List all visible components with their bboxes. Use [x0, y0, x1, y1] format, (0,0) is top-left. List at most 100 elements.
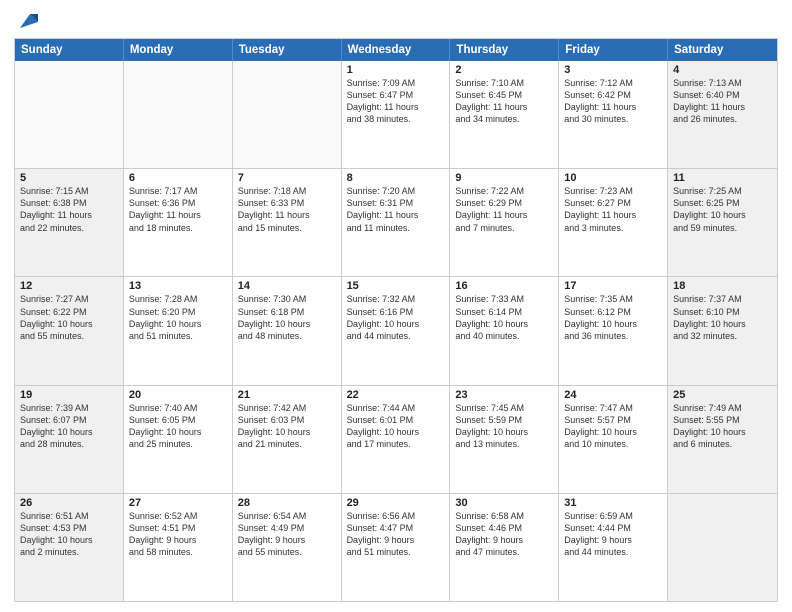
day-cell-3: 3Sunrise: 7:12 AM Sunset: 6:42 PM Daylig…	[559, 61, 668, 168]
day-cell-7: 7Sunrise: 7:18 AM Sunset: 6:33 PM Daylig…	[233, 169, 342, 276]
day-cell-17: 17Sunrise: 7:35 AM Sunset: 6:12 PM Dayli…	[559, 277, 668, 384]
day-cell-19: 19Sunrise: 7:39 AM Sunset: 6:07 PM Dayli…	[15, 386, 124, 493]
cell-text: Sunrise: 7:33 AM Sunset: 6:14 PM Dayligh…	[455, 293, 553, 342]
day-number: 14	[238, 280, 336, 292]
day-number: 12	[20, 280, 118, 292]
day-cell-26: 26Sunrise: 6:51 AM Sunset: 4:53 PM Dayli…	[15, 494, 124, 601]
day-cell-31: 31Sunrise: 6:59 AM Sunset: 4:44 PM Dayli…	[559, 494, 668, 601]
cell-text: Sunrise: 7:22 AM Sunset: 6:29 PM Dayligh…	[455, 185, 553, 234]
logo-icon	[16, 10, 38, 32]
page: SundayMondayTuesdayWednesdayThursdayFrid…	[0, 0, 792, 612]
day-cell-4: 4Sunrise: 7:13 AM Sunset: 6:40 PM Daylig…	[668, 61, 777, 168]
day-cell-14: 14Sunrise: 7:30 AM Sunset: 6:18 PM Dayli…	[233, 277, 342, 384]
day-number: 28	[238, 497, 336, 509]
cell-text: Sunrise: 7:40 AM Sunset: 6:05 PM Dayligh…	[129, 402, 227, 451]
cell-text: Sunrise: 7:17 AM Sunset: 6:36 PM Dayligh…	[129, 185, 227, 234]
day-number: 17	[564, 280, 662, 292]
day-cell-27: 27Sunrise: 6:52 AM Sunset: 4:51 PM Dayli…	[124, 494, 233, 601]
day-number: 11	[673, 172, 772, 184]
calendar-row-4: 26Sunrise: 6:51 AM Sunset: 4:53 PM Dayli…	[15, 493, 777, 601]
day-number: 3	[564, 64, 662, 76]
cell-text: Sunrise: 7:28 AM Sunset: 6:20 PM Dayligh…	[129, 293, 227, 342]
day-number: 25	[673, 389, 772, 401]
empty-cell-4-6	[668, 494, 777, 601]
day-number: 7	[238, 172, 336, 184]
cell-text: Sunrise: 7:25 AM Sunset: 6:25 PM Dayligh…	[673, 185, 772, 234]
day-number: 6	[129, 172, 227, 184]
day-number: 18	[673, 280, 772, 292]
day-number: 8	[347, 172, 445, 184]
day-number: 9	[455, 172, 553, 184]
calendar-row-1: 5Sunrise: 7:15 AM Sunset: 6:38 PM Daylig…	[15, 168, 777, 276]
day-cell-8: 8Sunrise: 7:20 AM Sunset: 6:31 PM Daylig…	[342, 169, 451, 276]
cell-text: Sunrise: 7:49 AM Sunset: 5:55 PM Dayligh…	[673, 402, 772, 451]
day-cell-29: 29Sunrise: 6:56 AM Sunset: 4:47 PM Dayli…	[342, 494, 451, 601]
cell-text: Sunrise: 7:30 AM Sunset: 6:18 PM Dayligh…	[238, 293, 336, 342]
calendar-row-2: 12Sunrise: 7:27 AM Sunset: 6:22 PM Dayli…	[15, 276, 777, 384]
header-day-sunday: Sunday	[15, 39, 124, 61]
logo	[14, 14, 38, 32]
header-day-friday: Friday	[559, 39, 668, 61]
day-cell-2: 2Sunrise: 7:10 AM Sunset: 6:45 PM Daylig…	[450, 61, 559, 168]
day-number: 22	[347, 389, 445, 401]
day-cell-28: 28Sunrise: 6:54 AM Sunset: 4:49 PM Dayli…	[233, 494, 342, 601]
cell-text: Sunrise: 6:52 AM Sunset: 4:51 PM Dayligh…	[129, 510, 227, 559]
cell-text: Sunrise: 7:45 AM Sunset: 5:59 PM Dayligh…	[455, 402, 553, 451]
day-number: 27	[129, 497, 227, 509]
cell-text: Sunrise: 7:23 AM Sunset: 6:27 PM Dayligh…	[564, 185, 662, 234]
day-number: 30	[455, 497, 553, 509]
cell-text: Sunrise: 6:51 AM Sunset: 4:53 PM Dayligh…	[20, 510, 118, 559]
day-number: 10	[564, 172, 662, 184]
calendar: SundayMondayTuesdayWednesdayThursdayFrid…	[14, 38, 778, 602]
cell-text: Sunrise: 7:20 AM Sunset: 6:31 PM Dayligh…	[347, 185, 445, 234]
calendar-row-0: 1Sunrise: 7:09 AM Sunset: 6:47 PM Daylig…	[15, 61, 777, 168]
calendar-body: 1Sunrise: 7:09 AM Sunset: 6:47 PM Daylig…	[15, 61, 777, 601]
day-cell-30: 30Sunrise: 6:58 AM Sunset: 4:46 PM Dayli…	[450, 494, 559, 601]
day-cell-6: 6Sunrise: 7:17 AM Sunset: 6:36 PM Daylig…	[124, 169, 233, 276]
day-number: 21	[238, 389, 336, 401]
header	[14, 10, 778, 32]
cell-text: Sunrise: 6:56 AM Sunset: 4:47 PM Dayligh…	[347, 510, 445, 559]
cell-text: Sunrise: 7:32 AM Sunset: 6:16 PM Dayligh…	[347, 293, 445, 342]
calendar-header: SundayMondayTuesdayWednesdayThursdayFrid…	[15, 39, 777, 61]
day-number: 1	[347, 64, 445, 76]
day-cell-13: 13Sunrise: 7:28 AM Sunset: 6:20 PM Dayli…	[124, 277, 233, 384]
empty-cell-0-0	[15, 61, 124, 168]
header-day-monday: Monday	[124, 39, 233, 61]
cell-text: Sunrise: 7:35 AM Sunset: 6:12 PM Dayligh…	[564, 293, 662, 342]
day-cell-23: 23Sunrise: 7:45 AM Sunset: 5:59 PM Dayli…	[450, 386, 559, 493]
day-cell-1: 1Sunrise: 7:09 AM Sunset: 6:47 PM Daylig…	[342, 61, 451, 168]
cell-text: Sunrise: 7:37 AM Sunset: 6:10 PM Dayligh…	[673, 293, 772, 342]
day-number: 2	[455, 64, 553, 76]
day-cell-24: 24Sunrise: 7:47 AM Sunset: 5:57 PM Dayli…	[559, 386, 668, 493]
calendar-row-3: 19Sunrise: 7:39 AM Sunset: 6:07 PM Dayli…	[15, 385, 777, 493]
day-number: 19	[20, 389, 118, 401]
day-cell-11: 11Sunrise: 7:25 AM Sunset: 6:25 PM Dayli…	[668, 169, 777, 276]
day-number: 16	[455, 280, 553, 292]
cell-text: Sunrise: 7:12 AM Sunset: 6:42 PM Dayligh…	[564, 77, 662, 126]
day-number: 13	[129, 280, 227, 292]
cell-text: Sunrise: 7:13 AM Sunset: 6:40 PM Dayligh…	[673, 77, 772, 126]
cell-text: Sunrise: 7:15 AM Sunset: 6:38 PM Dayligh…	[20, 185, 118, 234]
cell-text: Sunrise: 7:10 AM Sunset: 6:45 PM Dayligh…	[455, 77, 553, 126]
day-number: 5	[20, 172, 118, 184]
cell-text: Sunrise: 7:39 AM Sunset: 6:07 PM Dayligh…	[20, 402, 118, 451]
cell-text: Sunrise: 7:09 AM Sunset: 6:47 PM Dayligh…	[347, 77, 445, 126]
day-cell-9: 9Sunrise: 7:22 AM Sunset: 6:29 PM Daylig…	[450, 169, 559, 276]
cell-text: Sunrise: 7:18 AM Sunset: 6:33 PM Dayligh…	[238, 185, 336, 234]
day-number: 15	[347, 280, 445, 292]
cell-text: Sunrise: 6:58 AM Sunset: 4:46 PM Dayligh…	[455, 510, 553, 559]
day-number: 23	[455, 389, 553, 401]
header-day-tuesday: Tuesday	[233, 39, 342, 61]
day-cell-5: 5Sunrise: 7:15 AM Sunset: 6:38 PM Daylig…	[15, 169, 124, 276]
day-cell-15: 15Sunrise: 7:32 AM Sunset: 6:16 PM Dayli…	[342, 277, 451, 384]
day-cell-22: 22Sunrise: 7:44 AM Sunset: 6:01 PM Dayli…	[342, 386, 451, 493]
cell-text: Sunrise: 6:54 AM Sunset: 4:49 PM Dayligh…	[238, 510, 336, 559]
day-number: 4	[673, 64, 772, 76]
day-number: 20	[129, 389, 227, 401]
header-day-wednesday: Wednesday	[342, 39, 451, 61]
day-cell-21: 21Sunrise: 7:42 AM Sunset: 6:03 PM Dayli…	[233, 386, 342, 493]
day-cell-18: 18Sunrise: 7:37 AM Sunset: 6:10 PM Dayli…	[668, 277, 777, 384]
header-day-saturday: Saturday	[668, 39, 777, 61]
day-number: 31	[564, 497, 662, 509]
